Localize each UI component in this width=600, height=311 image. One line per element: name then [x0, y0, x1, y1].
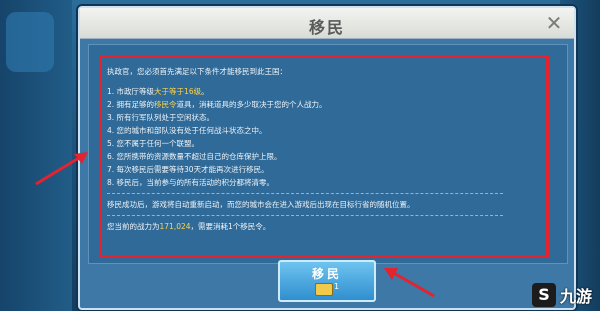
dialog-content: 执政官，您必须首先满足以下条件才能移民到此王国： 1. 市政厅等级大于等于16级… — [88, 44, 568, 264]
migrate-button-label: 移民 — [311, 267, 342, 281]
token-cost: 1 — [334, 282, 340, 291]
condition-item: 1. 市政厅等级大于等于16级。 — [107, 87, 209, 96]
red-arrow-icon — [384, 268, 435, 298]
watermark: S 九游 — [531, 283, 592, 307]
condition-item: 5. 您不属于任何一个联盟。 — [107, 139, 200, 148]
dialog-title: 移民 — [308, 18, 345, 37]
watermark-text: 九游 — [559, 287, 592, 306]
condition-item: 3. 所有行军队列处于空闲状态。 — [107, 113, 215, 122]
watermark-logo-icon: S — [531, 283, 556, 307]
background-building-icon — [6, 12, 54, 72]
power-line: 您当前的战力为171,024，需要消耗1个移民令。 — [107, 222, 271, 231]
condition-item: 4. 您的城市和部队没有处于任何战斗状态之中。 — [107, 126, 267, 135]
condition-item: 2. 拥有足够的移民令道具，消耗道具的多少取决于您的个人战力。 — [107, 100, 327, 109]
red-arrow-icon — [35, 152, 88, 186]
conditions-text: 执政官，您必须首先满足以下条件才能移民到此王国： 1. 市政厅等级大于等于16级… — [107, 65, 537, 233]
condition-item: 8. 移民后，当前参与的所有活动的积分都将清零。 — [107, 178, 275, 187]
divider — [107, 193, 503, 194]
condition-item: 7. 每次移民后需要等待30天才能再次进行移民。 — [107, 165, 269, 174]
divider — [107, 215, 503, 216]
condition-item: 6. 您所携带的资源数量不超过自己的仓库保护上限。 — [107, 152, 282, 161]
intro-text: 执政官，您必须首先满足以下条件才能移民到此王国： — [107, 67, 287, 76]
success-note: 移民成功后，游戏将自动重新启动，而您的城市会在进入游戏后出现在目标行省的随机位置… — [107, 200, 415, 209]
migration-token-icon — [315, 283, 333, 296]
dialog-titlebar: 移民 ✕ — [80, 8, 574, 39]
migrate-button[interactable]: 移民 1 — [278, 260, 376, 302]
close-icon[interactable]: ✕ — [544, 13, 564, 33]
migration-dialog: 移民 ✕ 执政官，您必须首先满足以下条件才能移民到此王国： 1. 市政厅等级大于… — [78, 6, 576, 310]
